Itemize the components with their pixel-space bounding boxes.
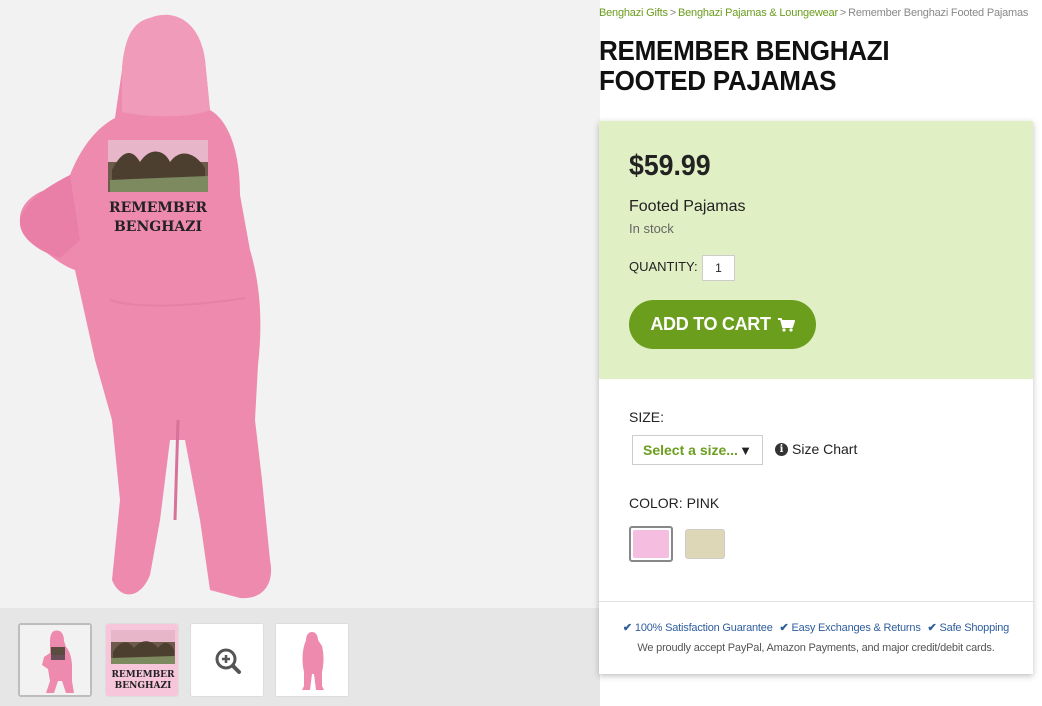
color-label: COLOR: PINK — [629, 495, 720, 511]
thumbnail-zoom[interactable] — [190, 623, 264, 697]
pajama-print-line1: REMEMBER — [109, 200, 207, 216]
payment-methods-note: We proudly accept PayPal, Amazon Payment… — [637, 642, 995, 654]
size-label: SIZE: — [629, 409, 665, 425]
add-to-cart-button[interactable]: ADD TO CART — [629, 300, 816, 349]
product-title: REMEMBER BENGHAZI FOOTED PAJAMAS — [599, 35, 890, 96]
guarantee-text: Safe Shopping — [939, 621, 1010, 634]
thumbnail-strip: REMEMBER BENGHAZI — [0, 608, 600, 706]
product-price: $59.99 — [629, 150, 711, 182]
thumbnail-print-line1: REMEMBER — [111, 670, 175, 680]
thumbnail-print-line2: BENGHAZI — [115, 681, 172, 691]
quantity-label: QUANTITY: — [629, 259, 698, 274]
divider — [599, 601, 1033, 602]
breadcrumb-separator: > — [669, 7, 676, 19]
info-icon: i — [775, 442, 788, 456]
size-select[interactable]: Select a size... ▼ — [632, 435, 763, 465]
thumbnail-front-view[interactable] — [275, 623, 349, 697]
checkmark-icon: ✔ — [927, 622, 937, 634]
breadcrumb: Benghazi Gifts > Benghazi Pajamas & Lounge… — [599, 7, 1028, 19]
add-to-cart-label: ADD TO CART — [650, 314, 771, 334]
purchase-panel: $59.99 Footed Pajamas In stock QUANTITY:… — [599, 121, 1033, 379]
guarantee-item: ✔ Safe Shopping — [927, 621, 1010, 635]
checkmark-icon: ✔ — [779, 622, 789, 634]
guarantee-text: Easy Exchanges & Returns — [791, 621, 921, 634]
pajama-print-line2: BENGHAZI — [114, 219, 202, 235]
color-swatch-pink[interactable] — [629, 526, 673, 562]
zoom-in-icon — [191, 624, 263, 696]
product-type: Footed Pajamas — [629, 198, 746, 215]
breadcrumb-separator: > — [839, 7, 847, 19]
stock-status: In stock — [629, 221, 674, 236]
shopping-cart-icon — [777, 317, 795, 332]
size-chart-link[interactable]: i Size Chart — [775, 441, 857, 457]
size-select-value: Select a size... — [643, 442, 738, 458]
dropdown-arrow-icon: ▼ — [739, 442, 752, 458]
quantity-input[interactable] — [702, 255, 735, 281]
guarantee-item: ✔ 100% Satisfaction Guarantee — [622, 621, 773, 635]
thumbnail-print-closeup[interactable]: REMEMBER BENGHAZI — [105, 623, 179, 697]
breadcrumb-link-gifts[interactable]: Benghazi Gifts — [599, 7, 668, 19]
color-swatch-pink-fill — [633, 530, 669, 558]
size-chart-label: Size Chart — [792, 441, 858, 457]
breadcrumb-link-pajamas[interactable]: Benghazi Pajamas & Loungewear — [678, 7, 838, 19]
product-main-image[interactable]: REMEMBER BENGHAZI — [0, 0, 600, 608]
color-swatch-tan[interactable] — [685, 529, 725, 559]
purchase-card: $59.99 Footed Pajamas In stock QUANTITY:… — [599, 121, 1033, 674]
checkmark-icon: ✔ — [622, 622, 632, 634]
product-image-panel: REMEMBER BENGHAZI REMEMBER BENGHAZI — [0, 0, 600, 706]
thumbnail-back-view[interactable] — [18, 623, 92, 697]
guarantee-item: ✔ Easy Exchanges & Returns — [779, 621, 921, 635]
guarantee-text: 100% Satisfaction Guarantee — [634, 621, 773, 634]
breadcrumb-current: Remember Benghazi Footed Pajamas — [848, 7, 1029, 19]
guarantee-list: ✔ 100% Satisfaction Guarantee ✔ Easy Excha… — [599, 621, 1033, 635]
